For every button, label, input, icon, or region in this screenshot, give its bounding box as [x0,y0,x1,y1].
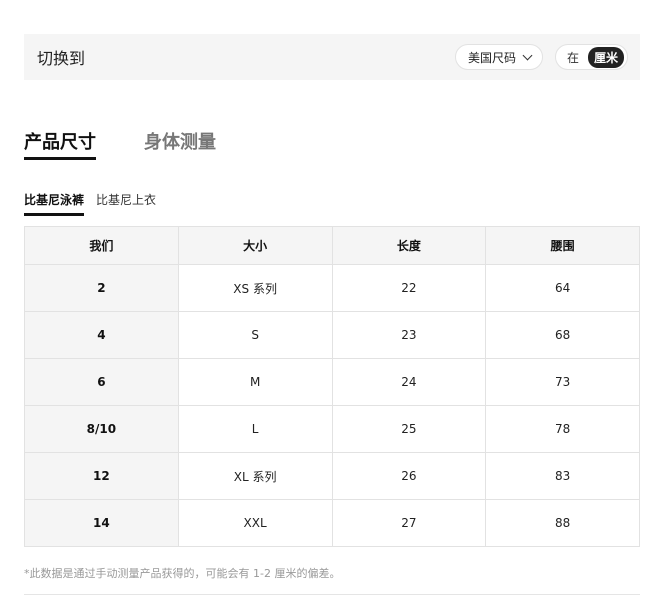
table-row: 14 XXL 27 88 [24,499,640,547]
region-size-value: 美国尺码 [467,50,516,65]
cell-size: M [177,358,333,406]
tab-product-size[interactable]: 产品尺寸 [24,128,96,160]
size-table: 我们 大小 长度 腰围 2 XS 系列 22 64 4 S 23 68 6 M … [24,226,640,547]
cell-length: 23 [331,311,487,359]
cell-length: 24 [331,358,487,406]
cell-us: 8/10 [24,405,179,453]
table-row: 8/10 L 25 78 [24,405,640,453]
cell-length: 27 [331,499,487,547]
unit-option-inch[interactable]: 在 [567,49,579,66]
cell-waist: 83 [485,452,640,500]
cell-waist: 64 [485,264,640,312]
cell-size: XL 系列 [177,452,333,500]
unit-option-cm[interactable]: 厘米 [587,46,624,68]
subtab-bikini-bottoms[interactable]: 比基尼泳裤 [24,191,85,216]
cell-waist: 68 [485,311,640,359]
product-subtabs: 比基尼泳裤 比基尼上衣 [24,191,156,216]
cell-us: 4 [24,311,179,359]
cell-us: 6 [24,358,179,406]
cell-waist: 73 [485,358,640,406]
table-row: 6 M 24 73 [24,358,640,406]
unit-toggle[interactable]: 在 厘米 [554,44,628,70]
header-length: 长度 [331,226,487,265]
table-row: 2 XS 系列 22 64 [24,264,640,312]
cell-length: 25 [331,405,487,453]
cell-size: XXL [177,499,333,547]
header-size: 大小 [177,226,333,265]
header-us: 我们 [24,226,179,265]
measurement-note: *此数据是通过手动测量产品获得的，可能会有 1-2 厘米的偏差。 [24,567,341,580]
cell-us: 2 [24,264,179,312]
cell-size: XS 系列 [177,264,333,312]
subtab-bikini-tops[interactable]: 比基尼上衣 [96,191,156,216]
cell-size: S [177,311,333,359]
cell-us: 14 [24,499,179,547]
table-row: 12 XL 系列 26 83 [24,452,640,500]
chevron-down-icon [522,50,533,60]
cell-waist: 78 [485,405,640,453]
cell-length: 26 [331,452,487,500]
cell-size: L [177,405,333,453]
region-size-select[interactable]: 美国尺码 [454,44,543,70]
table-header-row: 我们 大小 长度 腰围 [24,226,640,265]
measurement-tabs: 产品尺寸 身体测量 [24,128,216,160]
cell-us: 12 [24,452,179,500]
cell-length: 22 [331,264,487,312]
divider [24,594,640,595]
header-waist: 腰围 [485,226,640,265]
cell-waist: 88 [485,499,640,547]
switch-bar: 切换到 美国尺码 在 厘米 [24,34,640,80]
switch-label: 切换到 [37,49,86,68]
tab-body-measurements[interactable]: 身体测量 [144,128,216,160]
table-row: 4 S 23 68 [24,311,640,359]
